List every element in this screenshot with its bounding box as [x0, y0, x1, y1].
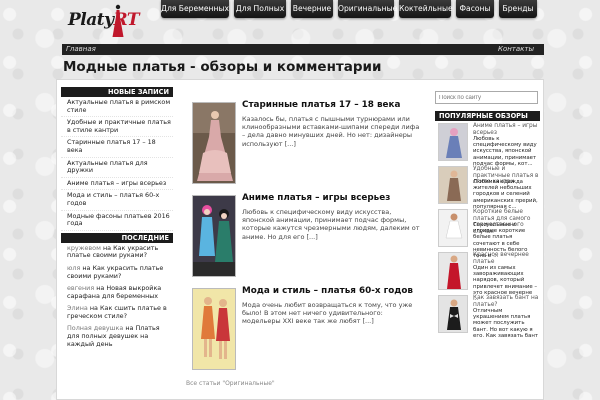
comment-item: Полная девушка на Платья для полных деву… [67, 324, 160, 348]
recent-comments-heading: ПОСЛЕДНИЕ КОММЕНТАРИИ [61, 232, 173, 252]
breadcrumb-home-link[interactable]: Главная [66, 44, 96, 55]
post-excerpt: Казалось бы, платья с пышными турнюрами … [242, 115, 420, 148]
recent-post-link[interactable]: Актуальные платья для дружки [61, 158, 173, 178]
popular-excerpt: Отличным украшением платья может послужи… [473, 308, 539, 339]
popular-title-link[interactable]: Как завязать бант на платье? [473, 295, 539, 308]
post-thumbnail[interactable] [192, 195, 236, 277]
nav-item-pregnant[interactable]: Для Беременных [161, 0, 229, 18]
recent-post-link[interactable]: Старинные платья 17 – 18 века [61, 137, 173, 158]
popular-thumbnail[interactable] [438, 166, 468, 204]
comment-item: кружевом на Как украсить платье своими р… [67, 243, 159, 260]
post-excerpt: Любовь к специфическому виду искусства, … [242, 208, 420, 241]
nav-item-original[interactable]: Оригинальные [338, 0, 397, 18]
search-input[interactable] [435, 91, 538, 104]
post-title-link[interactable]: Аниме платья – игры всерьез [242, 193, 390, 203]
post-list: Старинные платья 17 – 18 века Казалось б… [186, 100, 422, 379]
recent-post-link[interactable]: Удобные и практичные платья в стиле кант… [61, 117, 173, 138]
popular-excerpt: Любимая одежда жителей небольших городко… [473, 179, 538, 210]
post-card: Аниме платья – игры всерьез Любовь к спе… [186, 193, 422, 286]
popular-item: Аниме платья – игры всерьез Любовь к спе… [435, 121, 540, 167]
dress-logo-icon [112, 4, 124, 37]
post-thumbnail[interactable] [192, 102, 236, 184]
popular-item: Красное вечернее платье Один из самых за… [435, 250, 540, 302]
breadcrumb-bar: Главная Контакты [62, 44, 544, 55]
white-dress-thumb [439, 210, 467, 246]
popular-item: Как завязать бант на платье? Отличным ук… [435, 293, 540, 339]
popular-item: Удобные и практичные платья в стиле кант… [435, 164, 540, 210]
nav-item-evening[interactable]: Вечерние [291, 0, 333, 18]
page-title: Модные платья - обзоры и комментарии [63, 59, 382, 75]
nav-item-plus-size[interactable]: Для Полных [234, 0, 286, 18]
recent-post-link[interactable]: Модные фасоны платьев 2016 года [61, 211, 173, 231]
nav-item-brands[interactable]: Бренды [499, 0, 537, 18]
anime-dress-thumb [439, 124, 467, 160]
popular-excerpt: Любовь к специфическому виду искусства, … [473, 136, 537, 167]
red-dress-thumb [439, 253, 467, 289]
popular-thumbnail[interactable] [438, 123, 468, 161]
post-title-link[interactable]: Мода и стиль – платья 60-х годов [242, 286, 413, 296]
nav-item-styles[interactable]: Фасоны [456, 0, 494, 18]
site-header: PlatyRT Для Беременных Для Полных Вечерн… [0, 0, 600, 42]
popular-thumbnail[interactable] [438, 295, 468, 333]
popular-reviews-heading: ПОПУЛЯРНЫЕ ОБЗОРЫ [435, 111, 540, 121]
recent-posts-heading: НОВЫЕ ЗАПИСИ [61, 87, 173, 97]
left-sidebar: НОВЫЕ ЗАПИСИ Актуальные платья в римском… [61, 87, 173, 351]
post-card: Старинные платья 17 – 18 века Казалось б… [186, 100, 422, 193]
post-title-link[interactable]: Старинные платья 17 – 18 века [242, 100, 400, 110]
all-posts-link[interactable]: Все статьи "Оригинальные" [186, 380, 275, 387]
contacts-link[interactable]: Контакты [498, 44, 534, 55]
country-dress-thumb [439, 167, 467, 203]
baroque-gown-image [193, 103, 235, 183]
anime-cosplay-image [193, 196, 235, 276]
recent-post-link[interactable]: Мода и стиль – платья 60-х годов [61, 190, 173, 211]
post-excerpt: Мода очень любит возвращаться к тому, чт… [242, 301, 413, 326]
popular-thumbnail[interactable] [438, 209, 468, 247]
post-thumbnail[interactable] [192, 288, 236, 370]
site-logo[interactable]: PlatyRT [68, 4, 158, 40]
popular-thumbnail[interactable] [438, 252, 468, 290]
recent-post-link[interactable]: Актуальные платья в римском стиле [61, 97, 173, 118]
right-sidebar: ПОПУЛЯРНЫЕ ОБЗОРЫ Аниме платья – игры вс… [435, 111, 540, 339]
post-card: Мода и стиль – платья 60-х годов Мода оч… [186, 286, 422, 379]
popular-title-link[interactable]: Красное вечернее платье [473, 252, 539, 265]
recent-post-link[interactable]: Аниме платья – игры всерьез [61, 178, 173, 191]
comment-item: евгения на Новая выкройка сарафана для б… [67, 284, 162, 300]
popular-title-link[interactable]: Аниме платья – игры всерьез [473, 123, 539, 136]
comment-item: юля на Как украсить платье своими руками… [67, 263, 164, 280]
popular-item: Короткие белые платья для самого торжест… [435, 207, 540, 259]
nav-item-cocktail[interactable]: Коктейльные [399, 0, 453, 18]
comment-item: Элина на Как сшить платье в греческом ст… [67, 304, 167, 320]
logo-text: PlatyRT [68, 10, 139, 30]
recent-posts-list: Актуальные платья в римском стиле Удобны… [61, 97, 173, 231]
bow-dress-thumb [439, 296, 467, 332]
sixties-dress-image [193, 289, 235, 369]
